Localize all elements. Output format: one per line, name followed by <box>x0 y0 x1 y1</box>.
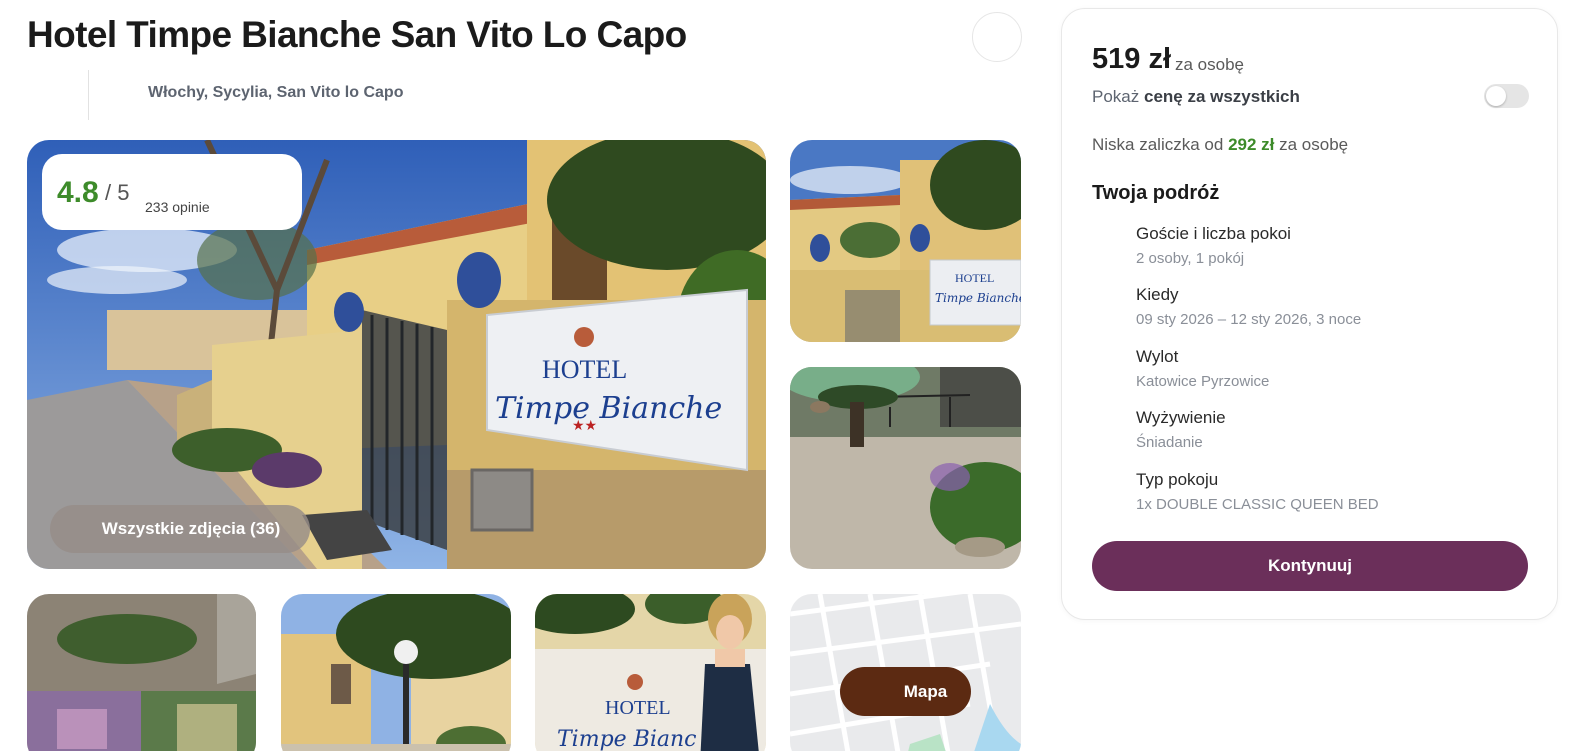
svg-text:★★: ★★ <box>572 417 597 433</box>
trip-item-departure[interactable]: Wylot Katowice Pyrzowice <box>1136 347 1536 390</box>
gallery-photo-2[interactable]: HOTEL Timpe Bianche <box>790 140 1021 342</box>
rating-max: / 5 <box>105 180 130 205</box>
sign-small-hotel: HOTEL <box>955 271 994 285</box>
gallery-photo-6[interactable]: HOTEL Timpe Bianc <box>535 594 766 751</box>
trip-item-label: Kiedy <box>1136 285 1179 304</box>
gallery-photo-5[interactable] <box>281 594 511 751</box>
trip-heading: Twoja podróż <box>1092 182 1220 204</box>
show-total-prefix: Pokaż <box>1092 87 1144 106</box>
gallery-photo-3[interactable] <box>790 367 1021 569</box>
trip-item-dates[interactable]: Kiedy 09 sty 2026 – 12 sty 2026, 3 noce <box>1136 285 1536 328</box>
trip-item-label: Wyżywienie <box>1136 408 1226 427</box>
price-unit: za osobę <box>1175 55 1244 74</box>
hotel-title: Hotel Timpe Bianche San Vito Lo Capo <box>27 14 687 55</box>
trip-item-room-type[interactable]: Typ pokoju 1x DOUBLE CLASSIC QUEEN BED <box>1136 470 1536 513</box>
svg-text:Timpe Bianc: Timpe Bianc <box>557 727 696 751</box>
map-button[interactable]: Mapa <box>840 667 971 716</box>
trip-item-label: Wylot <box>1136 347 1179 366</box>
main-photo[interactable]: HOTEL Timpe Bianche ★★ 4.8 / 5 233 opini… <box>27 140 766 569</box>
trip-item-value: 09 sty 2026 – 12 sty 2026, 3 noce <box>1136 311 1362 328</box>
trip-item-label: Typ pokoju <box>1136 470 1219 489</box>
deposit-amount: 292 zł <box>1228 135 1275 154</box>
rating-card[interactable]: 4.8 / 5 233 opinie <box>42 154 302 230</box>
svg-text:HOTEL: HOTEL <box>605 697 671 719</box>
show-total-bold: cenę za wszystkich <box>1143 87 1300 106</box>
gallery-photo-4[interactable] <box>27 594 256 751</box>
favorite-button[interactable] <box>972 12 1022 62</box>
price: 519 zł <box>1092 43 1171 75</box>
trip-item-value: Śniadanie <box>1136 434 1203 451</box>
sign-text-name: Timpe Bianche <box>495 391 722 426</box>
all-photos-button[interactable]: Wszystkie zdjęcia (36) <box>50 505 310 553</box>
rating-score: 4.8 <box>57 176 99 209</box>
booking-panel: 519 zł za osobę Pokaż cenę za wszystkich… <box>1061 8 1558 620</box>
deposit-info: Niska zaliczka od 292 zł za osobę <box>1092 135 1348 155</box>
hotel-location: Włochy, Sycylia, San Vito lo Capo <box>148 84 404 101</box>
trip-item-value: Katowice Pyrzowice <box>1136 373 1270 390</box>
trip-item-guests[interactable]: Goście i liczba pokoi 2 osoby, 1 pokój <box>1136 224 1536 267</box>
trip-item-value: 2 osoby, 1 pokój <box>1136 250 1245 267</box>
rating-count: 233 opinie <box>145 199 210 215</box>
sign-small-name: Timpe Bianche <box>935 291 1021 305</box>
show-total-label: Pokaż cenę za wszystkich <box>1092 87 1300 107</box>
continue-button[interactable]: Kontynuuj <box>1092 541 1528 591</box>
gallery-photo-2-image: HOTEL Timpe Bianche <box>790 140 1021 342</box>
gallery-photo-4-image <box>27 594 256 751</box>
trip-item-value: 1x DOUBLE CLASSIC QUEEN BED <box>1136 496 1379 513</box>
location-divider <box>88 70 89 120</box>
sign-text-hotel: HOTEL <box>542 355 627 384</box>
deposit-prefix: Niska zaliczka od <box>1092 135 1224 154</box>
deposit-suffix: za osobę <box>1279 135 1349 154</box>
show-total-toggle[interactable] <box>1484 84 1529 108</box>
toggle-knob <box>1486 86 1506 106</box>
trip-item-label: Goście i liczba pokoi <box>1136 224 1291 243</box>
gallery-photo-3-image <box>790 367 1021 569</box>
gallery-photo-5-image <box>281 594 511 751</box>
gallery-photo-6-image: HOTEL Timpe Bianc <box>535 594 766 751</box>
trip-item-meals[interactable]: Wyżywienie Śniadanie <box>1136 408 1536 451</box>
